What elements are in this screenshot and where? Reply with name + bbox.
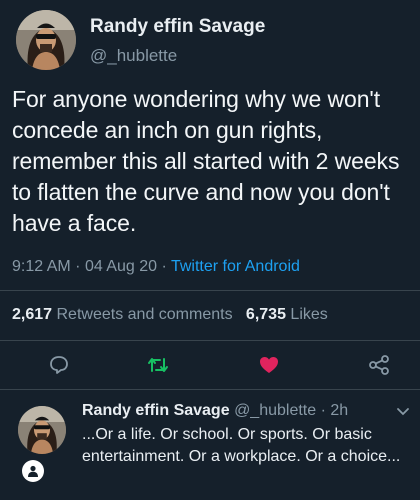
likes-label: Likes [290, 306, 328, 323]
likes-count: 6,735 [245, 306, 286, 323]
reply-author-avatar[interactable] [18, 406, 66, 454]
person-icon [28, 465, 38, 477]
reply-button[interactable] [46, 352, 72, 378]
like-button[interactable] [256, 352, 282, 378]
meta-separator: · [75, 258, 81, 275]
author-avatar[interactable] [16, 10, 76, 70]
divider [0, 389, 420, 390]
user-badge-icon [22, 460, 44, 482]
action-bar [0, 352, 420, 382]
author-handle[interactable]: @_hublette [90, 46, 177, 66]
reply-header: Randy effin Savage @_hublette · 2h [82, 402, 348, 420]
heart-icon [260, 357, 278, 373]
retweets-count: 2,617 [12, 306, 53, 323]
share-icon [369, 355, 389, 375]
tweet-meta: 9:12 AM · 04 Aug 20 · Twitter for Androi… [12, 258, 300, 276]
tweet-time: 9:12 AM [12, 258, 71, 275]
reply-separator: · [320, 402, 326, 419]
reply-text: ...Or a life. Or school. Or sports. Or b… [82, 426, 401, 465]
divider [0, 290, 420, 291]
tweet-text: For anyone wondering why we won't conced… [12, 86, 400, 236]
retweet-icon [148, 358, 168, 372]
tweet-detail-screen: Randy effin Savage @_hublette For anyone… [0, 0, 420, 500]
reply-author-name[interactable]: Randy effin Savage [82, 402, 230, 419]
speech-bubble-icon [50, 356, 68, 374]
avatar-image [18, 406, 66, 454]
reply-author-handle[interactable]: @_hublette [234, 402, 316, 419]
more-options-button[interactable] [396, 404, 410, 422]
meta-separator: · [161, 258, 167, 275]
main-tweet[interactable]: Randy effin Savage @_hublette For anyone… [0, 0, 420, 382]
author-name[interactable]: Randy effin Savage [90, 16, 265, 38]
retweets-label: Retweets and comments [56, 306, 233, 323]
divider [0, 340, 420, 341]
retweet-button[interactable] [145, 352, 171, 378]
reply-time: 2h [330, 402, 349, 419]
reply-tweet[interactable]: Randy effin Savage @_hublette · 2h ...Or… [0, 392, 420, 500]
likes-stat[interactable]: 6,735 Likes [246, 306, 328, 323]
tweet-date: 04 Aug 20 [84, 258, 158, 275]
avatar-image [16, 10, 76, 70]
retweets-stat[interactable]: 2,617 Retweets and comments [12, 306, 237, 323]
share-button[interactable] [366, 352, 392, 378]
author-row: Randy effin Savage @_hublette [16, 8, 404, 76]
chevron-down-icon [397, 408, 409, 416]
tweet-stats: 2,617 Retweets and comments 6,735 Likes [12, 306, 328, 324]
tweet-source-link[interactable]: Twitter for Android [171, 258, 300, 275]
